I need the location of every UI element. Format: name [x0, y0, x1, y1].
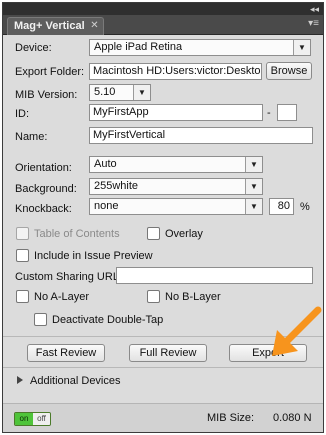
toggle-off: off [33, 413, 50, 425]
device-select-value: Apple iPad Retina [94, 41, 183, 53]
mib-version-value: 5.10 [94, 86, 116, 98]
table-of-contents-label: Table of Contents [34, 228, 120, 240]
no-a-layer-label: No A-Layer [34, 291, 90, 303]
orientation-value: Auto [94, 158, 117, 170]
overlay-label: Overlay [165, 228, 203, 240]
knockback-label: Knockback: [15, 203, 72, 215]
tab-label: Mag+ Vertical [14, 20, 85, 32]
include-in-issue-preview-checkbox[interactable] [16, 249, 29, 262]
mag-plus-panel: ◂◂ Mag+ Vertical ✕ ▾≡ Device: Apple iPad… [2, 2, 324, 433]
collapse-panel-icon[interactable]: ◂◂ [310, 3, 319, 15]
overlay-checkbox[interactable] [147, 227, 160, 240]
mib-version-label: MIB Version: [15, 89, 78, 101]
id-field[interactable]: MyFirstApp [89, 104, 263, 121]
tab-mag-plus-vertical[interactable]: Mag+ Vertical ✕ [7, 17, 104, 35]
deactivate-double-tap-checkbox[interactable] [34, 313, 47, 326]
no-a-layer-checkbox[interactable] [16, 290, 29, 303]
background-label: Background: [15, 183, 77, 195]
include-in-issue-preview-label: Include in Issue Preview [34, 250, 153, 262]
toggle-on: on [15, 413, 33, 425]
orientation-select[interactable]: Auto ▼ [89, 156, 263, 173]
chevron-down-icon: ▼ [245, 157, 262, 172]
table-of-contents-checkbox[interactable] [16, 227, 29, 240]
panel-title-bar: ◂◂ [3, 3, 323, 15]
id-suffix-field[interactable] [277, 104, 297, 121]
on-off-toggle[interactable]: on off [14, 412, 51, 426]
background-select[interactable]: 255white ▼ [89, 178, 263, 195]
name-label: Name: [15, 131, 48, 143]
custom-sharing-url-label: Custom Sharing URL: [15, 271, 122, 283]
panel-footer: on off MIB Size: 0.080 N [3, 403, 323, 432]
additional-devices-label[interactable]: Additional Devices [30, 375, 121, 387]
mib-size-value: 0.080 N [273, 412, 312, 424]
background-value: 255white [94, 180, 139, 192]
id-separator: - [267, 107, 271, 119]
chevron-down-icon: ▼ [245, 199, 262, 214]
fast-review-button[interactable]: Fast Review [27, 344, 105, 362]
id-label: ID: [15, 108, 30, 120]
mib-version-select[interactable]: 5.10 ▼ [89, 84, 151, 101]
divider [3, 367, 323, 368]
knockback-percent-field[interactable]: 80 [269, 198, 294, 215]
knockback-value: none [94, 200, 119, 212]
annotation-arrow-shaft [282, 306, 322, 346]
custom-sharing-url-field[interactable] [116, 267, 313, 284]
annotation-arrow-icon [272, 306, 322, 356]
device-select[interactable]: Apple iPad Retina ▼ [89, 39, 311, 56]
no-b-layer-checkbox[interactable] [147, 290, 160, 303]
no-b-layer-label: No B-Layer [165, 291, 221, 303]
disclosure-triangle-icon[interactable] [17, 376, 23, 384]
panel-menu-icon[interactable]: ▾≡ [308, 18, 319, 30]
chevron-down-icon: ▼ [293, 40, 310, 55]
export-folder-field[interactable]: Macintosh HD:Users:victor:Desktop:KW C [89, 63, 262, 80]
chevron-down-icon: ▼ [245, 179, 262, 194]
mib-size-label: MIB Size: [207, 412, 255, 424]
deactivate-double-tap-label: Deactivate Double-Tap [52, 314, 164, 326]
export-folder-label: Export Folder: [15, 66, 85, 78]
orientation-label: Orientation: [15, 162, 72, 174]
device-label: Device: [15, 42, 52, 54]
full-review-button[interactable]: Full Review [129, 344, 207, 362]
chevron-down-icon: ▼ [133, 85, 150, 100]
browse-button[interactable]: Browse [266, 62, 312, 80]
close-icon[interactable]: ✕ [90, 18, 98, 34]
name-field[interactable]: MyFirstVertical [89, 127, 313, 144]
knockback-select[interactable]: none ▼ [89, 198, 263, 215]
percent-sign: % [300, 201, 310, 213]
panel-tab-row: Mag+ Vertical ✕ ▾≡ [3, 15, 323, 35]
